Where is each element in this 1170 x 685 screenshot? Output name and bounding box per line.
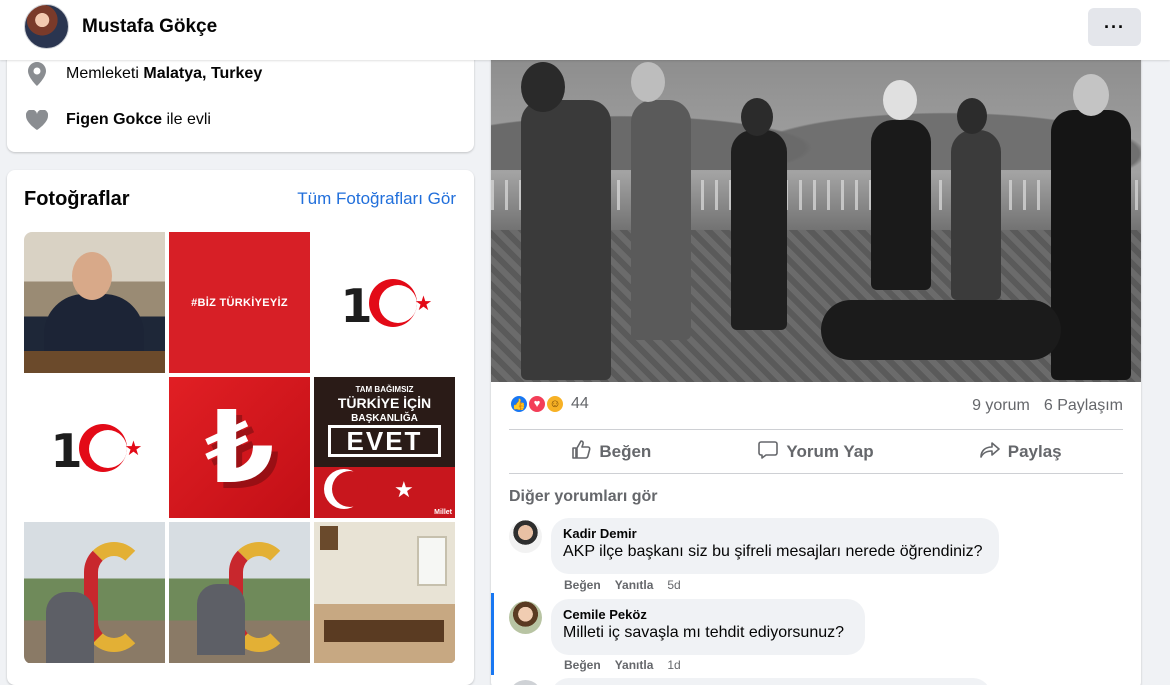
- photo-grid: #BİZ TÜRKİYEYİZ 15 ★ 15 ★ ₺ TAM BAĞIMSIZ…: [24, 232, 456, 664]
- post-actions: Beğen Yorum Yap Paylaş: [509, 431, 1123, 473]
- photo-thumbnail[interactable]: TAM BAĞIMSIZ TÜRKİYE İÇİN BAŞKANLIĞA EVE…: [314, 377, 455, 518]
- relationship-suffix: ile evli: [166, 111, 211, 128]
- photo-thumbnail[interactable]: 15 ★: [24, 377, 165, 518]
- avatar[interactable]: [24, 4, 69, 49]
- comment-reply-button[interactable]: Yanıtla: [615, 658, 654, 672]
- photo-caption: TAM BAĞIMSIZ: [355, 385, 414, 394]
- share-label: Paylaş: [1007, 442, 1062, 461]
- like-reaction-icon: 👍: [509, 394, 529, 414]
- comment-author[interactable]: Kadir Demir: [563, 526, 987, 541]
- hometown-link[interactable]: Malatya, Turkey: [143, 65, 262, 83]
- photo-caption: Millet: [434, 509, 452, 516]
- comment-avatar[interactable]: [509, 601, 542, 634]
- photos-card: Fotoğraflar Tüm Fotoğrafları Gör #BİZ TÜ…: [7, 170, 474, 685]
- photo-thumbnail[interactable]: [24, 522, 165, 663]
- comment-author[interactable]: Cemile Peköz: [563, 607, 853, 622]
- comment-avatar[interactable]: [509, 680, 542, 685]
- profile-header: Mustafa Gökçe ···: [0, 0, 1170, 60]
- relationship-row: Figen Gokce ile evli: [25, 108, 211, 132]
- like-button[interactable]: Beğen: [509, 431, 714, 473]
- like-label: Beğen: [599, 442, 652, 461]
- photo-thumbnail[interactable]: [169, 522, 310, 663]
- share-icon: [979, 440, 1000, 465]
- intro-card: Memleketi Malatya, Turkey Figen Gokce il…: [7, 50, 474, 152]
- haha-reaction-icon: ☺: [545, 394, 565, 414]
- comment-bubble: Kadir Demir AKP ilçe başkanı siz bu şifr…: [551, 518, 999, 574]
- july-15-logo: 15 ★: [337, 275, 433, 333]
- profile-name[interactable]: Mustafa Gökçe: [82, 16, 217, 38]
- comment-label: Yorum Yap: [786, 442, 874, 461]
- turkish-lira-icon: ₺: [204, 388, 275, 506]
- comment-bubble: Cemile Peköz Milleti iç savaşla mı tehdi…: [551, 599, 865, 655]
- photo-caption: #BİZ TÜRKİYEYİZ: [191, 296, 288, 309]
- location-pin-icon: [25, 62, 49, 86]
- comment-text: Milleti iç savaşla mı tehdit ediyorsunuz…: [563, 624, 845, 641]
- comment-button[interactable]: Yorum Yap: [714, 431, 919, 473]
- reaction-count: 44: [571, 395, 589, 412]
- star-icon: ★: [124, 437, 143, 460]
- see-all-photos-link[interactable]: Tüm Fotoğrafları Gör: [297, 189, 456, 209]
- comment-meta: Beğen Yanıtla 1d: [564, 658, 681, 672]
- share-button[interactable]: Paylaş: [918, 431, 1123, 473]
- shares-count[interactable]: 6 Paylaşım: [1044, 397, 1123, 415]
- comment-like-button[interactable]: Beğen: [564, 658, 601, 672]
- divider: [509, 429, 1123, 430]
- comment-like-button[interactable]: Beğen: [564, 578, 601, 592]
- photo-caption: TÜRKİYE İÇİN: [337, 395, 432, 411]
- photo-thumbnail[interactable]: [24, 232, 165, 373]
- view-more-comments-link[interactable]: Diğer yorumları gör: [509, 488, 657, 506]
- hometown-prefix: Memleketi: [66, 65, 139, 82]
- photo-thumbnail[interactable]: #BİZ TÜRKİYEYİZ: [169, 232, 310, 373]
- hometown-row: Memleketi Malatya, Turkey: [25, 62, 262, 86]
- photo-caption: BAŞKANLIĞA: [351, 413, 418, 424]
- july-15-logo: 15 ★: [47, 420, 143, 478]
- post-card: 👍 ♥ ☺ 44 9 yorum 6 Paylaşım Beğen Yorum …: [491, 50, 1141, 685]
- comment-time[interactable]: 1d: [667, 658, 680, 672]
- photo-thumbnail[interactable]: 15 ★: [314, 232, 455, 373]
- comment-icon: [758, 440, 779, 465]
- thumbs-up-icon: [571, 439, 591, 465]
- divider: [509, 473, 1123, 474]
- comment-reply-button[interactable]: Yanıtla: [615, 578, 654, 592]
- comment-avatar[interactable]: [509, 520, 542, 553]
- spouse-link[interactable]: Figen Gokce: [66, 111, 162, 129]
- photo-caption: EVET: [328, 425, 441, 457]
- post-stats: 9 yorum 6 Paylaşım: [972, 397, 1123, 415]
- thread-indicator: [491, 593, 494, 675]
- comment-time[interactable]: 5d: [667, 578, 680, 592]
- more-options-button[interactable]: ···: [1088, 8, 1141, 46]
- reactions-summary[interactable]: 👍 ♥ ☺ 44: [509, 394, 589, 414]
- comment-bubble: [551, 678, 991, 685]
- photos-title: Fotoğraflar: [24, 188, 130, 210]
- comments-count[interactable]: 9 yorum: [972, 397, 1030, 415]
- post-image[interactable]: [491, 60, 1141, 382]
- photo-thumbnail[interactable]: ₺: [169, 377, 310, 518]
- love-reaction-icon: ♥: [527, 394, 547, 414]
- comment-meta: Beğen Yanıtla 5d: [564, 578, 681, 592]
- star-icon: ★: [414, 292, 433, 315]
- comment-text: AKP ilçe başkanı siz bu şifreli mesajlar…: [563, 543, 983, 560]
- more-options-label: ···: [1104, 16, 1125, 37]
- heart-icon: [25, 108, 49, 132]
- photo-thumbnail[interactable]: [314, 522, 455, 663]
